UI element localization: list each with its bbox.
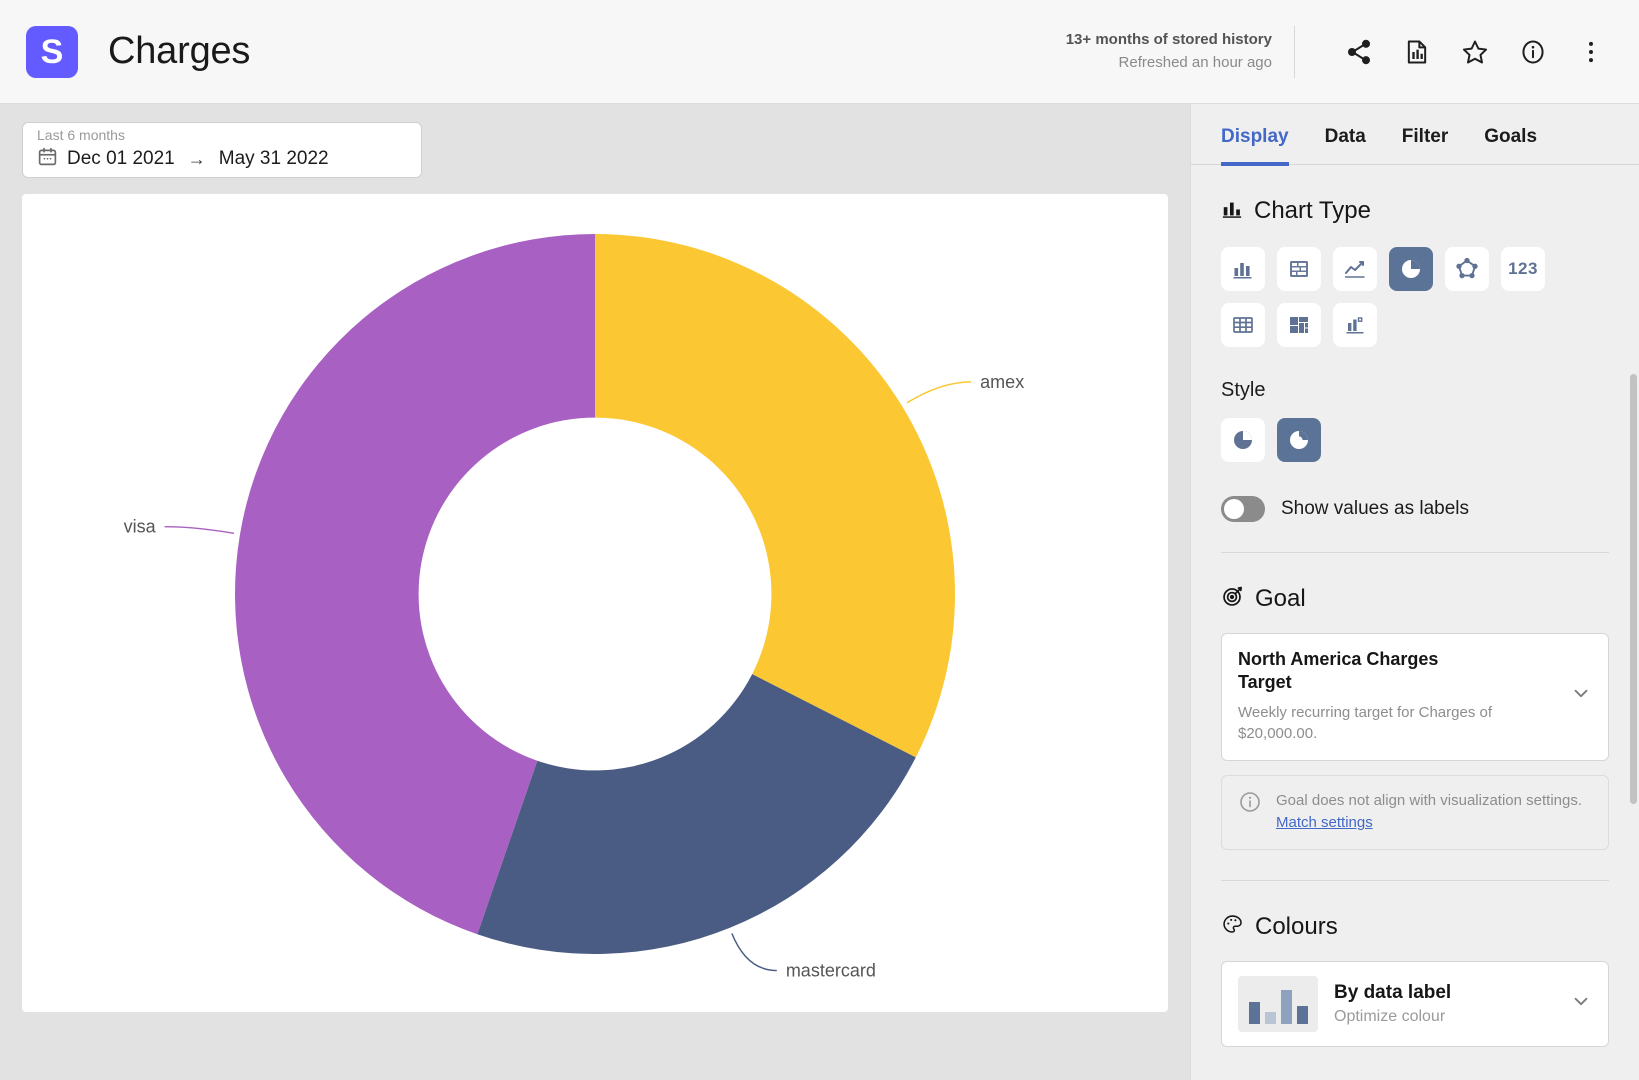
palette-icon (1221, 913, 1244, 941)
chevron-down-icon-colours[interactable] (1570, 990, 1592, 1017)
target-icon (1221, 585, 1244, 613)
goal-card[interactable]: North America Charges Target Weekly recu… (1221, 633, 1609, 761)
report-icon[interactable] (1395, 30, 1439, 74)
preview-bar-4 (1296, 1005, 1308, 1024)
main-content: Last 6 months Dec 01 2021 → May 31 2022 … (0, 104, 1190, 1080)
header-meta: 13+ months of stored history Refreshed a… (1066, 30, 1272, 73)
panel-divider-2 (1221, 879, 1609, 881)
colour-mode-sub: Optimize colour (1334, 1007, 1446, 1025)
donut-slices[interactable] (234, 234, 955, 954)
goal-description: Weekly recurring target for Charges of $… (1238, 703, 1492, 742)
show-values-toggle[interactable] (1221, 496, 1265, 522)
settings-panel: Display Data Filter Goals Chart Type 123… (1190, 104, 1639, 1080)
column-chart-icon[interactable] (1221, 247, 1265, 291)
pie-style-icon[interactable] (1221, 418, 1265, 462)
panel-divider-1 (1221, 552, 1609, 553)
logo-letter: S (40, 32, 64, 71)
tab-filter[interactable]: Filter (1402, 126, 1448, 166)
chart-type-heading: Chart Type (1221, 197, 1609, 225)
date-range-picker[interactable]: Last 6 months Dec 01 2021 → May 31 2022 (22, 122, 422, 178)
number-chart-glyph: 123 (1508, 259, 1538, 278)
leader-line-mastercard (731, 933, 777, 972)
scatter-chart-icon[interactable] (1333, 303, 1377, 347)
header-divider (1294, 25, 1295, 78)
slice-label-amex: amex (980, 372, 1024, 392)
colour-mode-text: By data label Optimize colour (1334, 982, 1554, 1026)
calendar-icon (37, 146, 58, 172)
tab-data[interactable]: Data (1325, 126, 1366, 166)
panel-body: Chart Type 123 Style Show values as labe… (1191, 197, 1639, 1047)
colour-preview-icon (1238, 975, 1318, 1032)
date-range-end[interactable]: May 31 2022 (219, 148, 329, 170)
radar-chart-icon[interactable] (1445, 247, 1489, 291)
colour-mode-card[interactable]: By data label Optimize colour (1221, 960, 1609, 1047)
chart-type-title: Chart Type (1254, 197, 1371, 224)
leader-line-visa (164, 526, 235, 535)
colours-title: Colours (1255, 912, 1338, 940)
show-values-toggle-row: Show values as labels (1221, 496, 1609, 522)
preview-bar-3 (1280, 989, 1292, 1024)
style-options (1221, 418, 1609, 462)
preview-bar-2 (1264, 1011, 1276, 1024)
tab-goals[interactable]: Goals (1484, 126, 1537, 166)
pie-chart-icon[interactable] (1389, 247, 1433, 291)
line-chart-icon[interactable] (1333, 247, 1377, 291)
match-settings-link[interactable]: Match settings (1276, 814, 1373, 831)
style-heading: Style (1221, 379, 1266, 401)
info-circle-icon (1238, 790, 1262, 819)
refreshed-text: Refreshed an hour ago (1118, 53, 1272, 71)
page-title: Charges (108, 30, 251, 72)
donut-style-icon[interactable] (1277, 418, 1321, 462)
more-vertical-icon[interactable] (1569, 30, 1613, 74)
preview-bar-1 (1248, 1001, 1260, 1024)
toggle-knob (1224, 499, 1244, 519)
tab-display[interactable]: Display (1221, 126, 1289, 166)
date-range-arrow-icon: → (187, 148, 206, 169)
bar-chart-icon (1221, 198, 1243, 225)
goal-heading: Goal (1221, 585, 1609, 613)
donut-chart[interactable]: amex mastercard visa (22, 194, 1168, 1012)
treemap-icon[interactable] (1277, 303, 1321, 347)
slice-label-visa: visa (124, 517, 157, 537)
show-values-label: Show values as labels (1281, 498, 1469, 519)
number-chart-icon[interactable]: 123 (1501, 247, 1545, 291)
colours-heading: Colours (1221, 913, 1609, 941)
stacked-bar-icon[interactable] (1277, 247, 1321, 291)
slice-label-mastercard: mastercard (786, 961, 876, 981)
leader-line-amex (906, 381, 972, 404)
table-icon[interactable] (1221, 303, 1265, 347)
goal-name: North America Charges Target (1238, 649, 1439, 693)
goal-mismatch-notice: Goal does not align with visualization s… (1221, 774, 1609, 850)
goal-title-heading: Goal (1255, 585, 1306, 612)
notice-text-wrap: Goal does not align with visualization s… (1276, 790, 1592, 835)
date-range-preset-label: Last 6 months (37, 127, 125, 143)
goal-card-text: North America Charges Target Weekly recu… (1238, 648, 1562, 744)
stored-history-text: 13+ months of stored history (1065, 31, 1272, 49)
chart-card: amex mastercard visa (22, 194, 1168, 1012)
star-icon[interactable] (1453, 30, 1497, 74)
chart-type-options: 123 (1221, 247, 1581, 347)
app-header: S Charges 13+ months of stored history R… (0, 0, 1639, 104)
stripe-logo: S (26, 25, 78, 78)
donut-slice-amex[interactable] (595, 234, 955, 758)
date-range-start[interactable]: Dec 01 2021 (67, 148, 175, 170)
colour-mode-title: By data label (1334, 981, 1452, 1003)
chevron-down-icon[interactable] (1570, 682, 1592, 709)
panel-tabs: Display Data Filter Goals (1191, 104, 1639, 166)
panel-scrollbar[interactable] (1630, 374, 1637, 804)
info-icon[interactable] (1511, 30, 1555, 74)
share-icon[interactable] (1337, 30, 1381, 74)
notice-message: Goal does not align with visualization s… (1276, 791, 1583, 809)
app-body: Last 6 months Dec 01 2021 → May 31 2022 … (0, 104, 1639, 1080)
